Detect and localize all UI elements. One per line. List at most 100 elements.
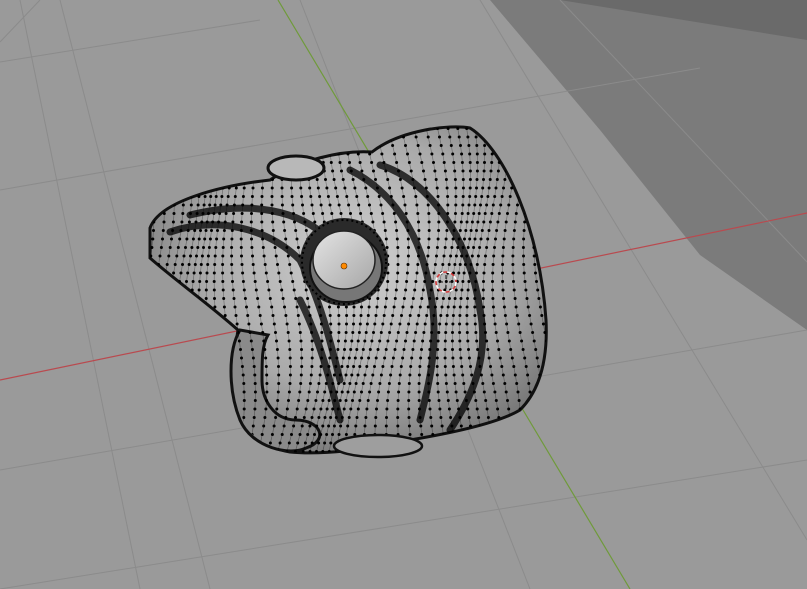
mesh-vertex (494, 399, 498, 402)
mesh-vertex (159, 246, 163, 249)
mesh-vertex (461, 373, 465, 377)
mesh-vertex (474, 271, 478, 275)
mesh-vertex (430, 331, 434, 334)
mesh-vertex (251, 186, 255, 190)
mesh-vertex (491, 305, 495, 309)
mesh-vertex (458, 339, 462, 343)
mesh-vertex (337, 314, 341, 317)
mesh-vertex (441, 297, 445, 300)
mesh-vertex (325, 186, 329, 190)
mesh-vertex (327, 424, 331, 428)
mesh-vertex (459, 220, 463, 224)
mesh-vertex (265, 373, 269, 377)
mesh-vertex (241, 373, 245, 377)
mesh-vertex (422, 331, 426, 334)
mesh-vertex (386, 280, 390, 283)
mesh-vertex (522, 263, 526, 266)
mesh-vertex (436, 237, 440, 241)
mesh-knob[interactable] (300, 218, 388, 306)
mesh-vertex (438, 407, 442, 411)
mesh-vertex (482, 314, 486, 317)
mesh-vertex (334, 365, 338, 368)
mesh-vertex (496, 220, 500, 224)
mesh-vertex (242, 390, 246, 394)
mesh-vertex (452, 161, 456, 164)
mesh-vertex (433, 305, 437, 309)
mesh-vertex (461, 246, 465, 249)
mesh-vertex (358, 399, 362, 402)
mesh-vertex (407, 390, 411, 394)
mesh-vertex (427, 246, 431, 249)
mesh-vertex (490, 373, 494, 377)
mesh-vertex (288, 365, 292, 368)
mesh-vertex (427, 373, 431, 377)
mesh-vertex (370, 339, 374, 343)
mesh-vertex (382, 161, 386, 164)
mesh-vertex (421, 288, 425, 292)
mesh-vertex (369, 212, 373, 215)
mesh-vertex (487, 356, 491, 360)
mesh-vertex (467, 348, 470, 351)
mesh-vertex (223, 220, 227, 224)
mesh-vertex (263, 348, 267, 351)
mesh-vertex (452, 305, 456, 309)
mesh-vertex (294, 416, 297, 419)
mesh-vertex (437, 399, 441, 402)
mesh-vertex (319, 365, 323, 368)
mesh-vertex (386, 399, 390, 402)
mesh-vertex (306, 297, 310, 300)
mesh-vertex (271, 229, 275, 232)
mesh-vertex (444, 331, 448, 334)
mesh-vertex (329, 331, 333, 334)
mesh-vertex (240, 365, 244, 368)
mesh-vertex (277, 382, 281, 385)
mesh-vertex (285, 322, 289, 326)
mesh-vertex (311, 212, 315, 215)
mesh-vertex (296, 314, 300, 317)
viewport-canvas[interactable] (0, 0, 807, 589)
mesh-vertex (481, 382, 485, 385)
mesh-vertex (532, 254, 536, 258)
mesh-vertex (454, 212, 457, 215)
mesh-vertex (365, 407, 369, 411)
3d-viewport[interactable] (0, 0, 807, 589)
mesh-vertex (489, 169, 493, 173)
mesh-vertex (432, 161, 435, 164)
mesh-vertex (337, 382, 341, 385)
mesh-vertex (291, 280, 295, 283)
mesh-vertex (270, 186, 274, 190)
mesh-vertex (310, 416, 314, 419)
mesh-vertex (446, 203, 450, 207)
mesh-vertex (417, 399, 421, 402)
mesh-vertex (531, 331, 535, 334)
mesh-vertex (202, 246, 205, 249)
mesh-vertex (444, 280, 448, 283)
mesh-vertex (310, 356, 314, 360)
mesh-vertex (472, 212, 476, 215)
mesh-vertex (520, 339, 524, 343)
mesh-vertex (329, 416, 333, 419)
mesh-vertex (308, 424, 312, 428)
mesh-vertex (491, 263, 495, 266)
mesh-vertex (376, 348, 380, 351)
mesh-vertex (321, 212, 325, 215)
mesh-vertex (379, 373, 383, 377)
mesh-vertex (181, 212, 185, 215)
mesh-vertex (406, 237, 410, 241)
mesh-vertex (299, 382, 303, 385)
mesh-vertex (423, 280, 427, 283)
mesh-vertex (347, 356, 351, 360)
mesh-vertex (346, 152, 350, 156)
mesh-vertex (299, 186, 303, 190)
mesh-vertex (491, 288, 495, 292)
mesh-vertex (205, 220, 209, 224)
mesh-vertex (355, 416, 359, 419)
mesh-vertex (492, 254, 496, 258)
mesh-vertex (445, 390, 449, 394)
mesh-vertex (197, 288, 201, 292)
mesh-vertex (334, 416, 338, 419)
mesh-vertex (203, 237, 207, 241)
mesh-vertex (469, 229, 473, 232)
mesh-vertex (284, 237, 288, 241)
mesh-vertex (329, 441, 333, 445)
